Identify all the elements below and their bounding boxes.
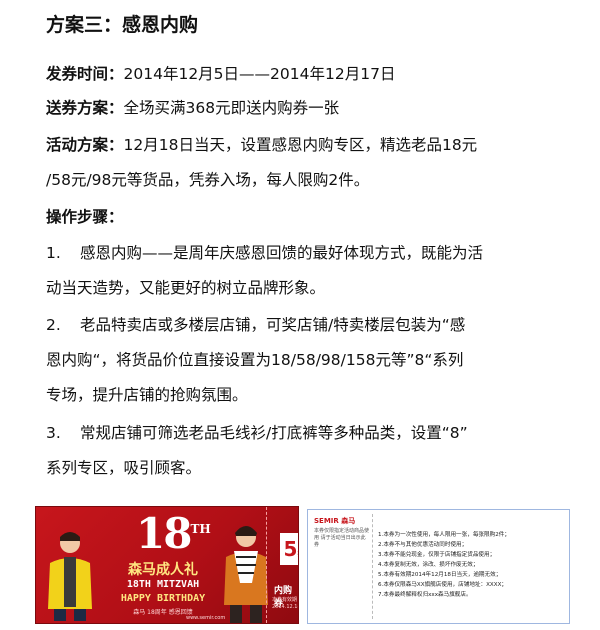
happy-birthday-text: HAPPY BIRTHDAY [120,593,206,604]
issue-time-value: 2014年12月5日——2014年12月17日 [123,65,396,83]
step-2-number: 2. [46,316,61,334]
ticket-subtext: 本券有效期 2014.12.18 [272,597,299,610]
coupon-rule: 3.本券不能兑现金，仅限于店铺指定货品使用； [378,552,496,558]
issue-time-line: 发券时间：2014年12月5日——2014年12月17日 [46,62,395,84]
step-3-number: 3. [46,424,61,442]
send-plan-value: 全场买满368元即送内购券一张 [123,99,340,117]
activity-plan-line2: /58元/98元等货品，凭券入场，每人限购2件。 [46,171,370,189]
step-3-text1: 常规店铺可筛选老品毛线衫/打底裤等多种品类，设置“8” [80,424,468,442]
page-title: 方案三：感恩内购 [46,14,199,36]
coupon-back-left-text: 本券仅限指定活动商品使用 请于活动当日出示此券 [314,528,370,548]
step-1-number: 1. [46,244,61,262]
coupon-rules-list: 1.本券为一次性使用，每人限用一张，每张限购2件； 2.本券不与其他优惠活动同时… [378,530,564,600]
mitzvah-text: 18TH MITZVAH [126,579,200,590]
step-2-line3: 专场，提升店铺的抢购氛围。 [46,386,248,404]
issue-time-label: 发券时间： [46,65,124,83]
step-1-line2: 动当天造势，又能更好的树立品牌形象。 [46,279,326,297]
steps-heading: 操作步骤： [46,208,124,226]
brand-logo: SEMIR 森马 [314,517,356,525]
coupon-rule: 5.本券有效期2014年12月18日当天，逾期无效； [378,572,502,578]
step-1-text1: 感恩内购——是周年庆感恩回馈的最好体现方式，既能为活 [80,244,484,262]
step-3-line2: 系列专区，吸引顾客。 [46,459,202,477]
coupon-back-divider [372,514,373,619]
coupon-back-image: SEMIR 森马 本券仅限指定活动商品使用 请于活动当日出示此券 1.本券为一次… [307,509,570,624]
model-left-figure [48,532,92,621]
coupon-banner-text: 森马成人礼 [128,562,198,578]
discount-badge: 5折 [280,533,298,565]
coupon-rule: 6.本券仅限森马XX旗舰店使用，店铺地址：XXXX； [378,582,508,588]
activity-plan-text1: 12月18日当天，设置感恩内购专区，精选老品18元 [123,136,478,154]
step-2-text1: 老品特卖店或多楼层店铺，可奖店铺/特卖楼层包装为“感 [80,316,466,334]
coupon-perforation [266,507,268,623]
coupon-front-image: 18TH 森马成人礼 18TH MITZVAH HAPPY BIRTHDAY 森… [35,506,299,624]
step-2-line2: 恩内购“，将货品价位直接设置为18/58/98/158元等”8“系列 [46,351,464,369]
activity-plan-label: 活动方案： [46,136,124,154]
coupon-rule: 2.本券不与其他优惠活动同时使用； [378,542,468,548]
send-plan-label: 送券方案： [46,99,124,117]
activity-plan-line1: 活动方案：12月18日当天，设置感恩内购专区，精选老品18元 [46,133,477,155]
coupon-website: www.semir.com [186,615,226,621]
step-3-line1: 3. 常规店铺可筛选老品毛线衫/打底裤等多种品类，设置“8” [46,421,468,443]
coupon-rule: 4.本券复制无效，涂改、损坏作废无效； [378,562,479,568]
step-2-line1: 2. 老品特卖店或多楼层店铺，可奖店铺/特卖楼层包装为“感 [46,313,465,335]
coupon-rule: 7.本券最终解释权归xxx森马旗舰店。 [378,592,472,598]
anniversary-number: 18TH [136,509,211,558]
step-1-line1: 1. 感恩内购——是周年庆感恩回馈的最好体现方式，既能为活 [46,241,483,263]
send-plan-line: 送券方案：全场买满368元即送内购券一张 [46,96,339,118]
coupon-rule: 1.本券为一次性使用，每人限用一张，每张限购2件； [378,532,510,538]
